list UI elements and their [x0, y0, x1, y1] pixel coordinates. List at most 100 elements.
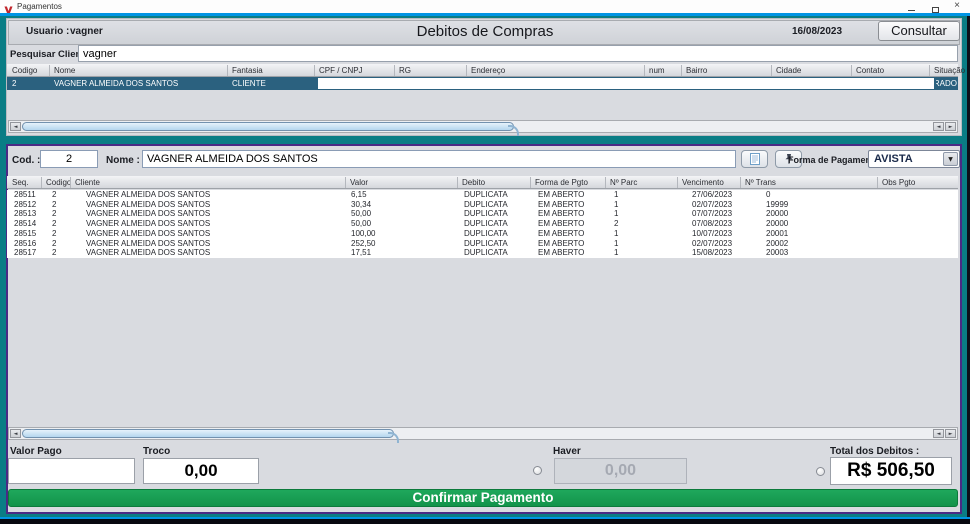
cell-codigo: 2 [52, 200, 56, 210]
total-debitos-value [830, 457, 952, 485]
client-situacao: LIBERADO [936, 77, 957, 90]
table-row[interactable]: 285132VAGNER ALMEIDA DOS SANTOS50,00DUPL… [7, 209, 958, 219]
cell-debito: DUPLICATA [464, 190, 508, 200]
chevron-down-icon[interactable]: ▼ [943, 152, 958, 166]
haver-label: Haver [553, 446, 581, 457]
cell-debito: DUPLICATA [464, 219, 508, 229]
table-row[interactable]: 285172VAGNER ALMEIDA DOS SANTOS17,51DUPL… [7, 248, 958, 258]
cell-venc: 07/07/2023 [692, 209, 732, 219]
scrollbar-thumb[interactable] [22, 429, 394, 438]
close-icon[interactable]: × [946, 0, 968, 13]
search-client-input[interactable] [78, 45, 958, 62]
col-seq[interactable]: Seq. [12, 176, 28, 189]
col-valor[interactable]: Valor [350, 176, 368, 189]
cell-venc: 15/08/2023 [692, 248, 732, 258]
window-title: Pagamentos [17, 2, 62, 11]
cell-debito: DUPLICATA [464, 248, 508, 258]
cell-forma: EM ABERTO [538, 219, 584, 229]
cell-trans: 20001 [766, 229, 788, 239]
cell-forma: EM ABERTO [538, 209, 584, 219]
valor-pago-input[interactable] [8, 458, 135, 484]
col-situacao[interactable]: Situação [934, 64, 965, 77]
maximize-icon[interactable] [924, 0, 946, 13]
window-bottom-accent [0, 517, 970, 519]
scroll-left-icon[interactable]: ◄ [933, 122, 944, 131]
client-row-selected[interactable]: 2 VAGNER ALMEIDA DOS SANTOS CLIENTE LIBE… [7, 77, 958, 90]
cell-codigo: 2 [52, 190, 56, 200]
cell-venc: 07/08/2023 [692, 219, 732, 229]
col-contato[interactable]: Contato [856, 64, 884, 77]
scrollbar-thumb[interactable] [22, 122, 514, 131]
user-label: Usuario : [26, 26, 69, 37]
cell-valor: 17,51 [351, 248, 371, 258]
cell-debito: DUPLICATA [464, 200, 508, 210]
table-row[interactable]: 285112VAGNER ALMEIDA DOS SANTOS6,15DUPLI… [7, 190, 958, 200]
valor-pago-label: Valor Pago [10, 446, 62, 457]
cell-forma: EM ABERTO [538, 229, 584, 239]
clients-table-header: Codigo Nome Fantasia CPF / CNPJ RG Ender… [7, 64, 958, 77]
cell-cliente: VAGNER ALMEIDA DOS SANTOS [86, 239, 210, 249]
cell-seq: 28514 [14, 219, 36, 229]
cell-forma: EM ABERTO [538, 190, 584, 200]
col-fantasia[interactable]: Fantasia [232, 64, 263, 77]
consultar-button[interactable]: Consultar [878, 21, 960, 41]
haver-radio[interactable] [533, 466, 542, 475]
cell-trans: 19999 [766, 200, 788, 210]
cell-venc: 27/06/2023 [692, 190, 732, 200]
scroll-left-icon[interactable]: ◄ [10, 122, 21, 131]
col-endereco[interactable]: Endereço [471, 64, 505, 77]
clients-table-scrollbar[interactable]: ◄ ◄ ► [8, 120, 958, 133]
scroll-left-icon[interactable]: ◄ [10, 429, 21, 438]
cell-seq: 28515 [14, 229, 36, 239]
debits-table-scrollbar[interactable]: ◄ ◄ ► [8, 427, 958, 440]
app-logo-icon [4, 2, 13, 11]
nome-label: Nome : [106, 155, 140, 166]
col-obs-pgto[interactable]: Obs Pgto [882, 176, 915, 189]
scroll-left-icon[interactable]: ◄ [933, 429, 944, 438]
col-debito[interactable]: Debito [462, 176, 485, 189]
table-row[interactable]: 285162VAGNER ALMEIDA DOS SANTOS252,50DUP… [7, 239, 958, 249]
cell-trans: 20003 [766, 248, 788, 258]
current-date: 16/08/2023 [792, 26, 842, 37]
document-button[interactable] [741, 150, 768, 168]
col-rg[interactable]: RG [399, 64, 411, 77]
col-forma-pgto[interactable]: Forma de Pgto [535, 176, 588, 189]
troco-input[interactable] [143, 458, 259, 484]
cell-venc: 10/07/2023 [692, 229, 732, 239]
scroll-right-icon[interactable]: ► [945, 429, 956, 438]
total-debitos-label: Total dos Debitos : [830, 446, 919, 457]
cell-forma: EM ABERTO [538, 248, 584, 258]
cell-forma: EM ABERTO [538, 239, 584, 249]
cell-parc: 2 [614, 219, 618, 229]
cell-codigo: 2 [52, 209, 56, 219]
col-codigo[interactable]: Codigo [12, 64, 37, 77]
table-row[interactable]: 285142VAGNER ALMEIDA DOS SANTOS50,00DUPL… [7, 219, 958, 229]
col-nome[interactable]: Nome [54, 64, 75, 77]
col-num[interactable]: num [649, 64, 665, 77]
table-row[interactable]: 285122VAGNER ALMEIDA DOS SANTOS30,34DUPL… [7, 200, 958, 210]
user-value: vagner [70, 26, 103, 37]
col-num-parc[interactable]: Nº Parc [610, 176, 637, 189]
cell-parc: 1 [614, 209, 618, 219]
cell-cliente: VAGNER ALMEIDA DOS SANTOS [86, 229, 210, 239]
total-radio[interactable] [816, 467, 825, 476]
col-cliente[interactable]: Cliente [75, 176, 100, 189]
col-cpf-cnpj[interactable]: CPF / CNPJ [319, 64, 363, 77]
minimize-icon[interactable] [900, 0, 922, 13]
nome-input[interactable] [142, 150, 736, 168]
app-window: Pagamentos × Usuario : vagner Debitos de… [0, 0, 970, 524]
cell-codigo: 2 [52, 219, 56, 229]
payment-method-select[interactable]: AVISTA ▼ [868, 150, 960, 168]
confirmar-pagamento-button[interactable]: Confirmar Pagamento [8, 489, 958, 507]
cod-input[interactable] [40, 150, 98, 168]
col-vencimento[interactable]: Vencimento [682, 176, 724, 189]
col-cidade[interactable]: Cidade [776, 64, 801, 77]
cell-forma: EM ABERTO [538, 200, 584, 210]
table-row[interactable]: 285152VAGNER ALMEIDA DOS SANTOS100,00DUP… [7, 229, 958, 239]
col-num-trans[interactable]: Nº Trans [745, 176, 776, 189]
scroll-right-icon[interactable]: ► [945, 122, 956, 131]
cell-valor: 50,00 [351, 219, 371, 229]
col-bairro[interactable]: Bairro [686, 64, 707, 77]
cell-trans: 20000 [766, 209, 788, 219]
col-codigo[interactable]: Codigo [46, 176, 71, 189]
